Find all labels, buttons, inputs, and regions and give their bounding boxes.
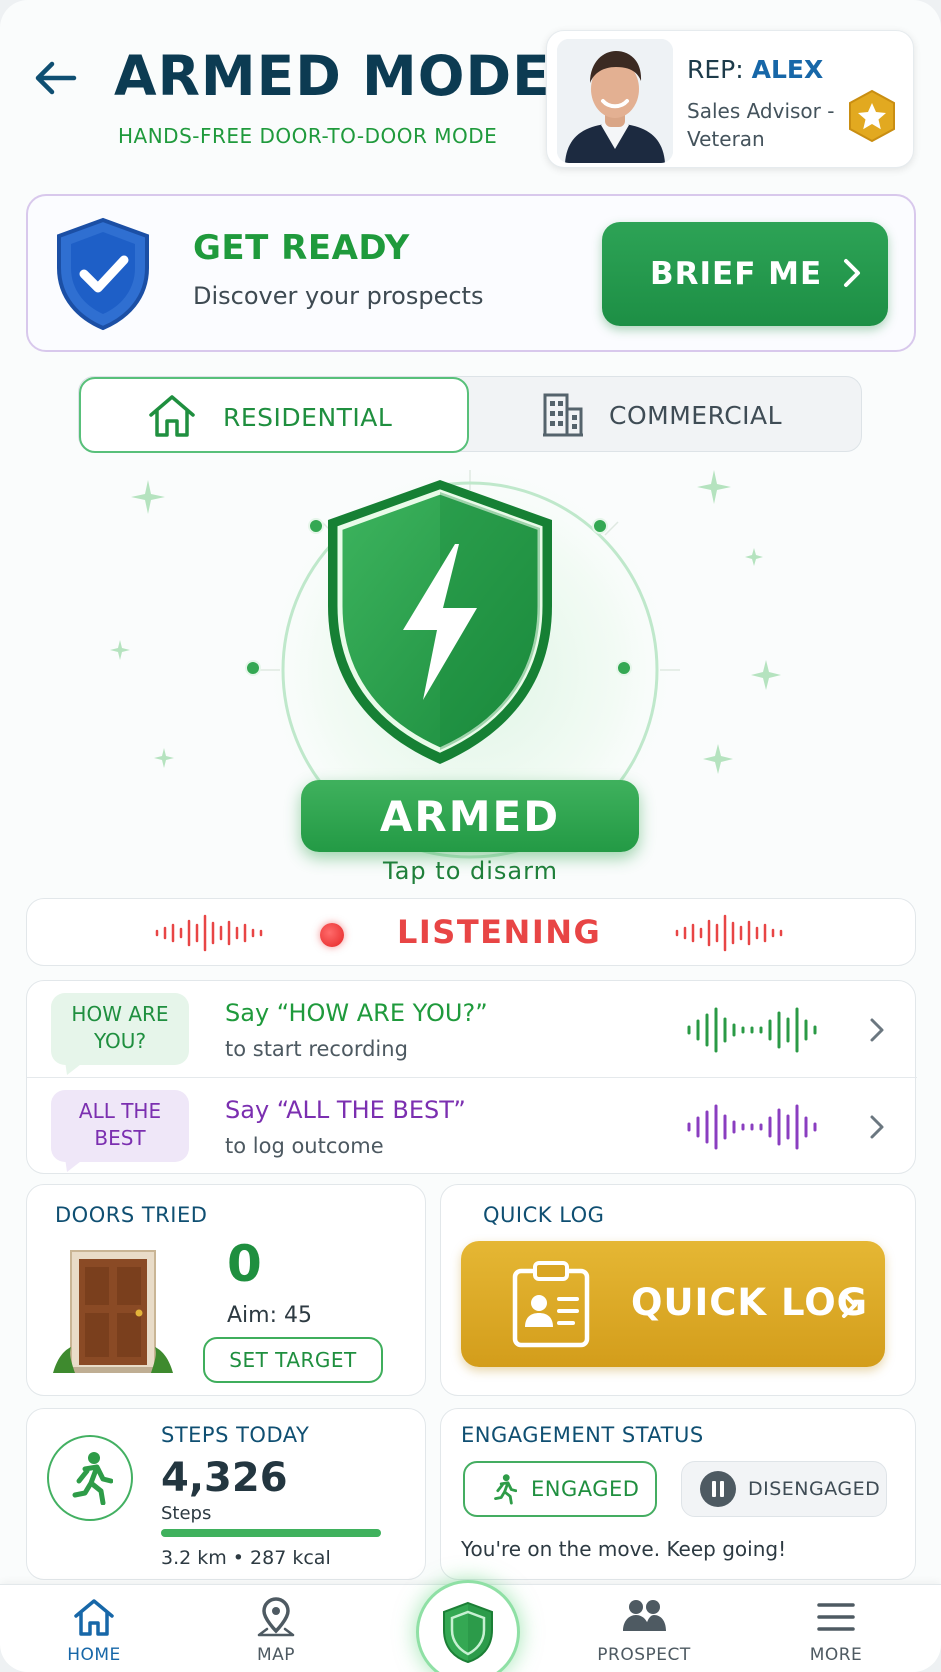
command-title: Say “ALL THE BEST” bbox=[225, 1096, 466, 1124]
get-ready-subtitle: Discover your prospects bbox=[193, 282, 484, 310]
disengaged-button[interactable]: DISENGAGED bbox=[681, 1461, 887, 1517]
arrow-left-icon bbox=[35, 61, 77, 95]
disengaged-label: DISENGAGED bbox=[748, 1478, 881, 1500]
quick-log-button[interactable]: QUICK LOG bbox=[461, 1241, 885, 1367]
speech-bubble: ALL THE BEST bbox=[51, 1090, 189, 1162]
walking-icon bbox=[47, 1435, 133, 1521]
tab-commercial-label: COMMERCIAL bbox=[609, 401, 783, 430]
door-icon bbox=[53, 1250, 173, 1373]
bubble-tail-icon bbox=[65, 1158, 85, 1172]
quick-log-card: QUICK LOG QUICK LOG bbox=[440, 1184, 916, 1396]
home-icon bbox=[34, 1597, 154, 1637]
shield-check-icon bbox=[52, 216, 154, 332]
doors-tried-card: DOORS TRIED 0 Aim: 45 SET TARGET bbox=[26, 1184, 426, 1396]
armed-status-button[interactable]: ARMED bbox=[301, 780, 639, 852]
nav-more-label: MORE bbox=[809, 1645, 863, 1665]
get-ready-card: GET READY Discover your prospects BRIEF … bbox=[26, 194, 916, 352]
waveform-left-icon bbox=[155, 914, 263, 952]
voice-commands-list: HOW ARE YOU? Say “HOW ARE YOU?” to start… bbox=[26, 980, 917, 1174]
doors-count: 0 bbox=[227, 1235, 262, 1293]
chevron-right-icon bbox=[870, 1115, 884, 1139]
building-icon bbox=[543, 393, 583, 437]
doors-aim: Aim: 45 bbox=[227, 1303, 312, 1328]
engagement-note: You're on the move. Keep going! bbox=[461, 1537, 787, 1561]
tab-commercial[interactable]: COMMERCIAL bbox=[469, 377, 863, 453]
command-subtitle: to log outcome bbox=[225, 1134, 384, 1158]
waveform-icon bbox=[687, 1104, 817, 1150]
chevron-right-icon bbox=[844, 259, 860, 287]
speech-bubble: HOW ARE YOU? bbox=[51, 993, 189, 1065]
nav-more[interactable]: MORE bbox=[776, 1585, 896, 1672]
command-title: Say “HOW ARE YOU?” bbox=[225, 999, 488, 1027]
voice-command-start[interactable]: HOW ARE YOU? Say “HOW ARE YOU?” to start… bbox=[27, 981, 917, 1077]
armed-mode-screen: ARMED MODE HANDS-FREE DOOR-TO-DOOR MODE … bbox=[0, 0, 941, 1672]
get-ready-title: GET READY bbox=[193, 228, 410, 268]
command-subtitle: to start recording bbox=[225, 1037, 408, 1061]
nav-home-label: HOME bbox=[67, 1645, 121, 1665]
engaged-button[interactable]: ENGAGED bbox=[463, 1461, 657, 1517]
bubble-tail-icon bbox=[65, 1061, 85, 1075]
nav-prospect-label: PROSPECT bbox=[597, 1645, 691, 1665]
armed-label: ARMED bbox=[379, 791, 561, 841]
page-title: ARMED MODE bbox=[114, 44, 551, 108]
listening-label: LISTENING bbox=[397, 913, 602, 951]
rep-name-value: ALEX bbox=[751, 55, 824, 84]
walking-icon bbox=[494, 1474, 517, 1505]
chevron-right-icon bbox=[870, 1018, 884, 1042]
chevron-right-icon bbox=[842, 1292, 857, 1318]
steps-progress-fill bbox=[161, 1529, 381, 1537]
rep-prefix: REP: bbox=[687, 55, 744, 84]
avatar bbox=[557, 39, 673, 163]
rep-name: REP: ALEX bbox=[687, 55, 823, 84]
people-icon bbox=[584, 1597, 704, 1637]
quick-log-heading: QUICK LOG bbox=[483, 1203, 605, 1227]
steps-heading: STEPS TODAY bbox=[161, 1423, 310, 1447]
waveform-right-icon bbox=[675, 914, 783, 952]
back-button[interactable] bbox=[30, 56, 82, 100]
nav-map-label: MAP bbox=[256, 1645, 296, 1665]
engagement-status-card: ENGAGEMENT STATUS ENGAGED DISENGAGED You… bbox=[440, 1408, 916, 1580]
star-badge-icon bbox=[847, 89, 897, 143]
clipboard-icon bbox=[512, 1261, 590, 1348]
nav-home[interactable]: HOME bbox=[34, 1585, 154, 1672]
steps-meta: 3.2 km • 287 kcal bbox=[161, 1547, 331, 1569]
steps-unit: Steps bbox=[161, 1503, 212, 1524]
voice-command-log[interactable]: ALL THE BEST Say “ALL THE BEST” to log o… bbox=[27, 1077, 917, 1173]
map-pin-icon bbox=[216, 1597, 336, 1637]
steps-today-card: STEPS TODAY 4,326 Steps 3.2 km • 287 kca… bbox=[26, 1408, 426, 1580]
property-type-toggle: RESIDENTIAL COMMERCIAL bbox=[78, 376, 863, 453]
menu-icon bbox=[776, 1597, 896, 1637]
rep-role: Sales Advisor - Veteran bbox=[687, 99, 835, 151]
home-icon bbox=[149, 395, 195, 437]
brief-me-button[interactable]: BRIEF ME bbox=[602, 222, 888, 326]
set-target-button[interactable]: SET TARGET bbox=[203, 1337, 383, 1383]
listening-indicator: LISTENING bbox=[26, 898, 916, 966]
rep-card[interactable]: REP: ALEX Sales Advisor - Veteran bbox=[546, 30, 914, 168]
tap-to-disarm-hint: Tap to disarm bbox=[383, 857, 558, 885]
recording-dot-icon bbox=[320, 923, 344, 947]
doors-tried-heading: DOORS TRIED bbox=[55, 1203, 208, 1227]
nav-prospect[interactable]: PROSPECT bbox=[584, 1585, 704, 1672]
shield-icon bbox=[443, 1601, 493, 1664]
quick-log-label: QUICK LOG bbox=[631, 1281, 869, 1324]
page-subtitle: HANDS-FREE DOOR-TO-DOOR MODE bbox=[118, 124, 498, 148]
steps-progress-bar bbox=[161, 1529, 381, 1537]
engagement-heading: ENGAGEMENT STATUS bbox=[461, 1423, 704, 1447]
waveform-icon bbox=[687, 1007, 817, 1053]
steps-count: 4,326 bbox=[161, 1455, 288, 1501]
nav-map[interactable]: MAP bbox=[216, 1585, 336, 1672]
tab-residential[interactable]: RESIDENTIAL bbox=[79, 377, 469, 453]
brief-me-label: BRIEF ME bbox=[650, 256, 823, 292]
tab-residential-label: RESIDENTIAL bbox=[223, 403, 393, 432]
engaged-label: ENGAGED bbox=[531, 1477, 640, 1501]
pause-icon bbox=[700, 1471, 736, 1507]
